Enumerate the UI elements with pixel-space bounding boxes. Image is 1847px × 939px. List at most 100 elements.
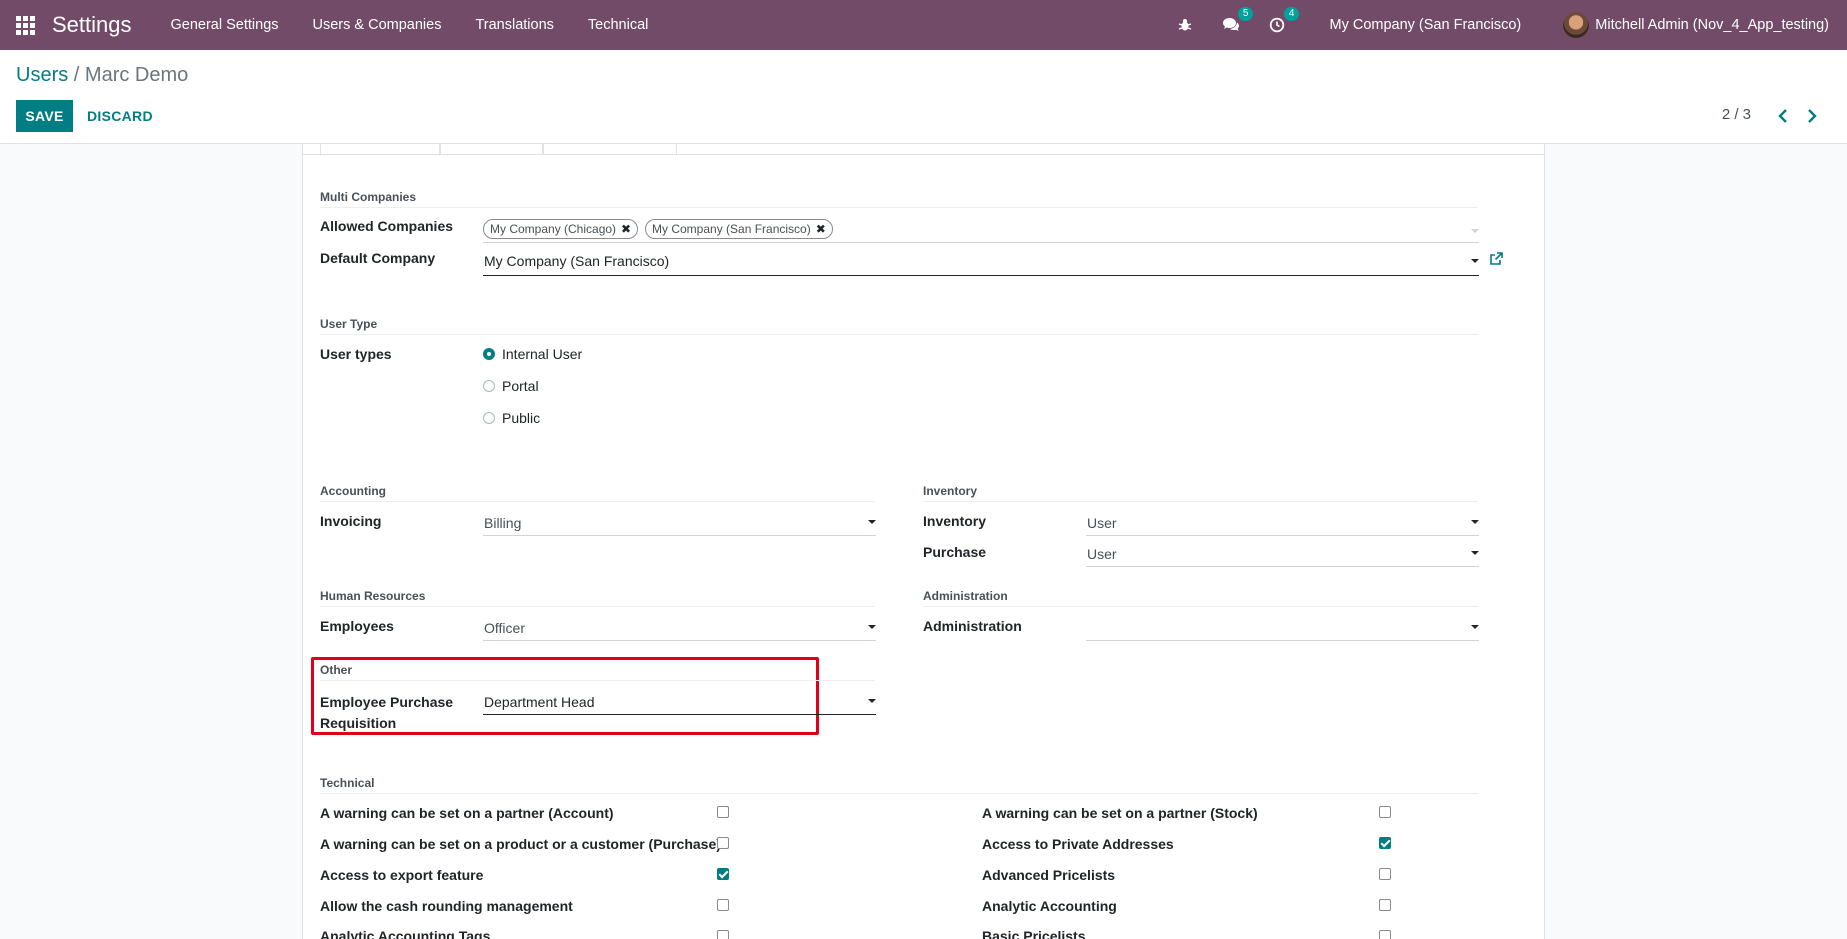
allowed-companies-field[interactable]: My Company (Chicago) ✖ My Company (San F… (483, 218, 1479, 243)
user-type-title: User Type (320, 317, 378, 331)
technical-option-label: A warning can be set on a partner (Accou… (320, 805, 614, 821)
tab-account-security[interactable] (543, 144, 677, 155)
default-company-field[interactable]: My Company (San Francisco) (483, 250, 1479, 276)
technical-title: Technical (320, 776, 375, 790)
tab-access-rights[interactable] (320, 144, 440, 156)
radio-button[interactable] (483, 412, 495, 424)
multi-companies-title: Multi Companies (320, 190, 417, 204)
purchase-label: Purchase (923, 544, 987, 560)
form-sheet: Multi Companies Allowed Companies My Com… (302, 144, 1545, 939)
external-link-icon[interactable] (1489, 252, 1503, 266)
employee-purchase-requisition-value: Department Head (484, 694, 595, 710)
administration-label: Administration (923, 618, 1022, 634)
checkbox-private-addresses[interactable] (1379, 837, 1391, 849)
tab-preferences[interactable] (440, 144, 543, 155)
human-resources-title: Human Resources (320, 589, 426, 603)
pager-next-icon[interactable] (1803, 106, 1821, 126)
radio-label: Public (502, 410, 541, 426)
company-tag-label: My Company (San Francisco) (652, 222, 811, 236)
checkbox-basic-pricelists[interactable] (1379, 930, 1391, 939)
control-panel: Users / Marc Demo SAVE DISCARD 2 / 3 (0, 50, 1847, 144)
radio-label: Portal (502, 378, 539, 394)
pager-value[interactable]: 2 / 3 (1722, 106, 1751, 123)
radio-label: Internal User (502, 346, 583, 362)
invoicing-label: Invoicing (320, 513, 382, 529)
checkbox-export-feature[interactable] (717, 868, 729, 880)
inventory-select[interactable]: User (1086, 512, 1479, 536)
default-company-label: Default Company (320, 250, 436, 266)
activities-count-badge: 4 (1283, 7, 1300, 21)
checkbox-cash-rounding[interactable] (717, 899, 729, 911)
administration-title: Administration (923, 589, 1008, 603)
employee-purchase-requisition-label: Employee Purchase Requisition (320, 692, 453, 734)
label-line: Requisition (320, 715, 397, 731)
checkbox-advanced-pricelists[interactable] (1379, 868, 1391, 880)
debug-bug-icon[interactable] (1173, 13, 1197, 37)
group-separator (320, 207, 1478, 208)
technical-option-label: Analytic Accounting (982, 898, 1117, 914)
user-avatar[interactable] (1563, 12, 1590, 38)
dropdown-caret-icon[interactable] (1471, 520, 1479, 524)
technical-option-label: Allow the cash rounding management (320, 898, 573, 914)
menu-users-companies[interactable]: Users & Companies (296, 17, 459, 33)
administration-select[interactable] (1086, 617, 1479, 641)
company-tag-san-francisco: My Company (San Francisco) ✖ (645, 219, 833, 239)
breadcrumb-users-link[interactable]: Users (16, 64, 68, 86)
remove-tag-icon[interactable]: ✖ (816, 222, 826, 236)
invoicing-select[interactable]: Billing (483, 512, 876, 536)
group-separator (320, 334, 1478, 335)
company-switcher[interactable]: My Company (San Francisco) (1329, 17, 1521, 33)
menu-technical[interactable]: Technical (571, 17, 665, 33)
pager-previous-icon[interactable] (1774, 106, 1792, 126)
dropdown-caret-icon[interactable] (1471, 551, 1479, 555)
checkbox-analytic-accounting[interactable] (1379, 899, 1391, 911)
technical-option-label: Analytic Accounting Tags (320, 928, 491, 939)
inventory-label: Inventory (923, 513, 987, 529)
radio-button[interactable] (483, 380, 495, 392)
checkbox-warning-partner-account[interactable] (717, 806, 729, 818)
group-separator (320, 606, 875, 607)
messages-count-badge: 5 (1237, 7, 1254, 21)
technical-option-label: Advanced Pricelists (982, 867, 1116, 883)
app-brand[interactable]: Settings (52, 12, 132, 38)
dropdown-caret-icon[interactable] (1471, 625, 1479, 629)
save-button[interactable]: SAVE (16, 100, 73, 132)
messages-chat-icon[interactable]: 5 (1219, 7, 1254, 37)
group-separator (320, 793, 1478, 794)
dropdown-caret-icon[interactable] (868, 699, 876, 703)
breadcrumb-current: Marc Demo (84, 64, 189, 86)
radio-internal-user[interactable]: Internal User (483, 346, 582, 362)
breadcrumb: Users / Marc Demo (16, 64, 188, 87)
invoicing-value: Billing (484, 515, 522, 531)
activities-clock-icon[interactable]: 4 (1265, 7, 1300, 37)
technical-option-label: A warning can be set on a product or a c… (320, 836, 721, 852)
user-menu[interactable]: Mitchell Admin (Nov_4_App_testing) (1595, 17, 1829, 33)
purchase-select[interactable]: User (1086, 543, 1479, 567)
checkbox-warning-product-purchase[interactable] (717, 837, 729, 849)
technical-option-label: A warning can be set on a partner (Stock… (982, 805, 1258, 821)
technical-option-label: Access to export feature (320, 867, 484, 883)
remove-tag-icon[interactable]: ✖ (621, 222, 631, 236)
checkbox-analytic-tags[interactable] (717, 930, 729, 939)
breadcrumb-separator: / (73, 64, 80, 86)
apps-menu-icon[interactable] (0, 0, 50, 50)
allowed-companies-label: Allowed Companies (320, 218, 454, 234)
dropdown-caret-icon[interactable] (1471, 229, 1479, 233)
radio-button-selected[interactable] (483, 348, 495, 360)
radio-portal[interactable]: Portal (483, 378, 539, 394)
employee-purchase-requisition-select[interactable]: Department Head (483, 691, 876, 715)
employees-select[interactable]: Officer (483, 617, 876, 641)
discard-button[interactable]: DISCARD (87, 108, 153, 124)
menu-general-settings[interactable]: General Settings (154, 17, 296, 33)
dropdown-caret-icon[interactable] (1471, 259, 1479, 263)
menu-translations[interactable]: Translations (458, 17, 570, 33)
dropdown-caret-icon[interactable] (868, 520, 876, 524)
top-navbar: Settings General Settings Users & Compan… (0, 0, 1847, 50)
inventory-value: User (1087, 515, 1117, 531)
technical-option-label: Access to Private Addresses (982, 836, 1174, 852)
dropdown-caret-icon[interactable] (868, 625, 876, 629)
group-separator (923, 501, 1478, 502)
radio-public[interactable]: Public (483, 410, 540, 426)
default-company-value: My Company (San Francisco) (484, 253, 670, 269)
checkbox-warning-partner-stock[interactable] (1379, 806, 1391, 818)
